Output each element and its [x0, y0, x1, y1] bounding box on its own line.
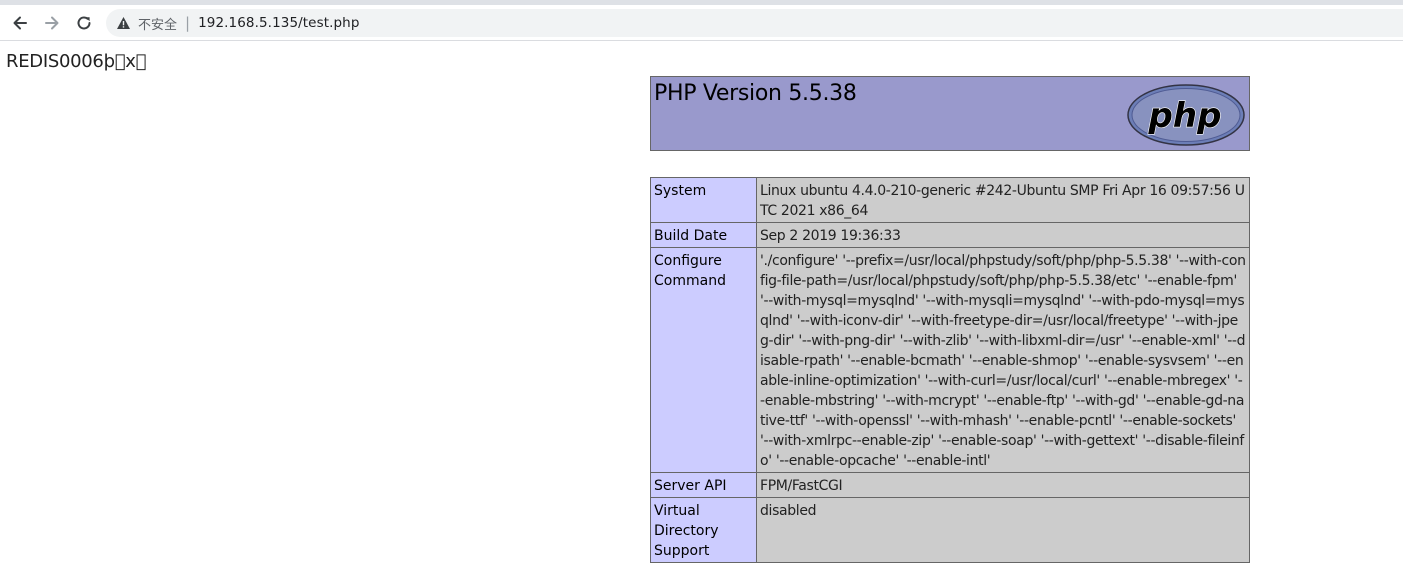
address-bar[interactable]: 不安全 | 192.168.5.135/test.php: [106, 9, 1403, 37]
phpinfo-panel: PHP Version 5.5.38 php System Linux ubun…: [650, 76, 1250, 563]
reload-button[interactable]: [70, 9, 98, 37]
phpinfo-header: PHP Version 5.5.38 php: [650, 76, 1250, 151]
row-key: Configure Command: [650, 247, 757, 473]
row-value: Linux ubuntu 4.4.0-210-generic #242-Ubun…: [756, 177, 1250, 223]
not-secure-warning-icon[interactable]: [116, 15, 132, 31]
table-row: System Linux ubuntu 4.4.0-210-generic #2…: [650, 177, 1250, 223]
row-key: Server API: [650, 472, 757, 498]
address-separator: |: [185, 14, 191, 32]
row-value: './configure' '--prefix=/usr/local/phpst…: [756, 247, 1250, 473]
reload-icon: [77, 16, 91, 30]
row-value: Sep 2 2019 19:36:33: [756, 222, 1250, 248]
row-value: FPM/FastCGI: [756, 472, 1250, 498]
php-version-title: PHP Version 5.5.38: [654, 81, 857, 106]
table-row: Virtual Directory Support disabled: [650, 497, 1250, 563]
table-row: Configure Command './configure' '--prefi…: [650, 247, 1250, 473]
row-key: System: [650, 177, 757, 223]
phpinfo-table: System Linux ubuntu 4.4.0-210-generic #2…: [650, 177, 1250, 563]
php-logo-text: php: [1148, 96, 1222, 136]
back-button[interactable]: [6, 9, 34, 37]
redis-output-text: REDIS0006þ x : [6, 51, 147, 72]
forward-button[interactable]: [38, 9, 66, 37]
row-value: disabled: [756, 497, 1250, 563]
browser-toolbar: 不安全 | 192.168.5.135/test.php: [0, 5, 1403, 41]
url-text[interactable]: 192.168.5.135/test.php: [198, 15, 359, 31]
back-arrow-icon: [13, 16, 27, 30]
row-key: Build Date: [650, 222, 757, 248]
security-status-label[interactable]: 不安全: [138, 14, 177, 33]
forward-arrow-icon: [45, 16, 59, 30]
php-logo-icon[interactable]: php: [1126, 83, 1246, 147]
row-key: Virtual Directory Support: [650, 497, 757, 563]
table-row: Server API FPM/FastCGI: [650, 472, 1250, 498]
table-row: Build Date Sep 2 2019 19:36:33: [650, 222, 1250, 248]
